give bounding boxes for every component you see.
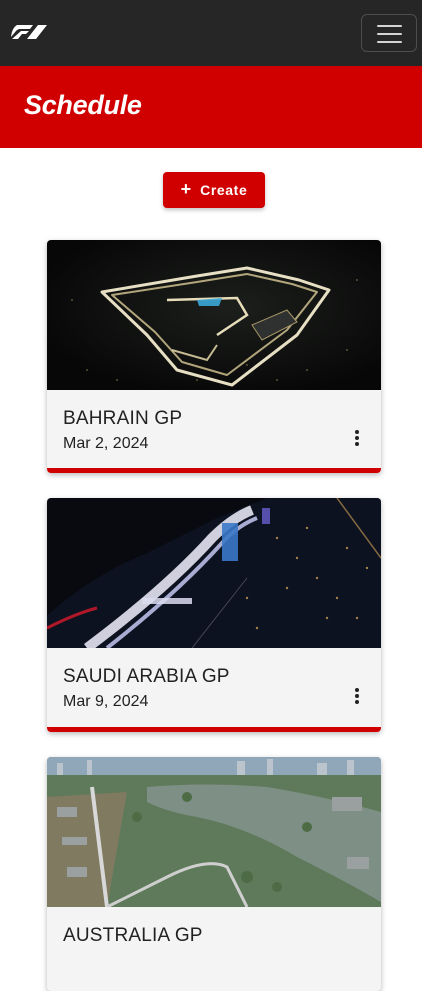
plus-icon: + — [180, 179, 192, 199]
event-title: SAUDI ARABIA GP — [63, 666, 230, 687]
more-vert-icon[interactable] — [353, 688, 361, 708]
event-image — [47, 757, 381, 907]
event-date: Mar 9, 2024 — [63, 693, 149, 710]
event-image — [47, 498, 381, 648]
card-accent-bar — [47, 727, 381, 732]
create-button[interactable]: + Create — [163, 172, 265, 208]
hamburger-menu-button[interactable] — [361, 14, 417, 52]
top-navbar — [0, 0, 422, 66]
hamburger-menu-icon — [377, 25, 402, 27]
card-accent-bar — [47, 468, 381, 473]
f1-logo-icon[interactable] — [11, 25, 51, 41]
event-image — [47, 240, 381, 390]
event-date: Mar 2, 2024 — [63, 435, 149, 452]
event-title: AUSTRALIA GP — [63, 925, 203, 946]
page-title: Schedule — [24, 90, 142, 120]
page-header: Schedule — [0, 66, 422, 148]
event-card[interactable]: AUSTRALIA GP — [47, 757, 381, 991]
event-card[interactable]: BAHRAIN GP Mar 2, 2024 — [47, 240, 381, 473]
event-card[interactable]: SAUDI ARABIA GP Mar 9, 2024 — [47, 498, 381, 732]
more-vert-icon[interactable] — [353, 430, 361, 450]
create-button-label: Create — [200, 182, 248, 198]
event-title: BAHRAIN GP — [63, 408, 183, 429]
